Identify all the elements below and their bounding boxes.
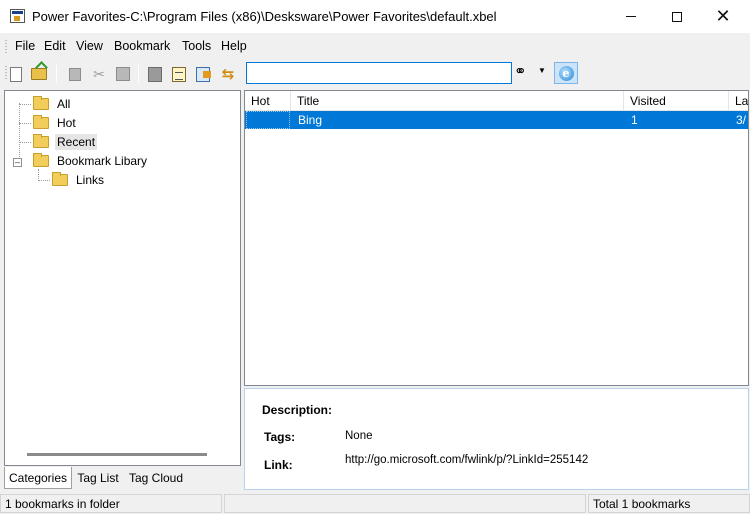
tree-line bbox=[19, 123, 31, 124]
tree-line bbox=[19, 142, 31, 143]
status-folder-count: 1 bookmarks in folder bbox=[0, 494, 222, 513]
open-button[interactable] bbox=[29, 64, 49, 84]
menu-tools[interactable]: Tools bbox=[182, 39, 211, 53]
folder-icon bbox=[33, 115, 49, 129]
bookmark-list[interactable]: Hot Title Visited La Bing 1 3/ bbox=[244, 90, 749, 386]
minimize-icon bbox=[626, 16, 636, 17]
maximize-icon bbox=[672, 11, 682, 22]
search-input[interactable] bbox=[246, 62, 512, 84]
menu-edit[interactable]: Edit bbox=[44, 39, 66, 53]
folder-icon bbox=[33, 96, 49, 110]
tree-item-links[interactable]: Links bbox=[52, 171, 106, 189]
cut-button[interactable]: ✂ bbox=[89, 64, 109, 84]
status-total: Total 1 bookmarks bbox=[588, 494, 750, 513]
properties-button[interactable] bbox=[169, 64, 189, 84]
folder-icon bbox=[33, 134, 49, 148]
tree-item-label: Bookmark Libary bbox=[57, 154, 148, 168]
cell-hot bbox=[246, 111, 290, 129]
open-link-icon bbox=[196, 66, 211, 82]
status-middle bbox=[224, 494, 586, 513]
description-label: Description: bbox=[262, 403, 333, 417]
link-label: Link: bbox=[264, 458, 293, 472]
copy-icon bbox=[69, 67, 81, 81]
tree-item-label: Links bbox=[76, 173, 105, 187]
delete-button[interactable] bbox=[145, 64, 165, 84]
cell-title: Bing bbox=[298, 113, 323, 127]
tree-line bbox=[38, 180, 50, 181]
collapse-icon[interactable]: – bbox=[13, 158, 22, 167]
column-header-title[interactable]: Title bbox=[291, 91, 624, 111]
column-header-visited[interactable]: Visited bbox=[624, 91, 729, 111]
menu-bookmark[interactable]: Bookmark bbox=[114, 39, 170, 53]
open-icon bbox=[31, 68, 47, 80]
tree-item-hot[interactable]: Hot bbox=[33, 114, 78, 132]
menu-view[interactable]: View bbox=[76, 39, 103, 53]
cell-visited: 1 bbox=[631, 113, 638, 127]
binoculars-icon[interactable]: ⚭ bbox=[514, 64, 527, 79]
category-tree[interactable]: All Hot Recent – Bookmark Libary Links bbox=[4, 90, 241, 466]
move-icon: ⇆ bbox=[221, 65, 235, 83]
horizontal-scrollbar[interactable] bbox=[27, 453, 207, 456]
search-dropdown-icon[interactable]: ▼ bbox=[538, 66, 546, 75]
tags-value: None bbox=[345, 430, 373, 442]
tree-item-label: All bbox=[57, 97, 71, 111]
tree-line bbox=[19, 104, 31, 105]
column-header-last[interactable]: La bbox=[729, 91, 748, 111]
open-link-button[interactable] bbox=[193, 64, 213, 84]
menu-file[interactable]: File bbox=[15, 39, 35, 53]
title-bar: Power Favorites-C:\Program Files (x86)\D… bbox=[0, 0, 750, 33]
cut-icon: ✂ bbox=[93, 66, 105, 82]
tree-item-all[interactable]: All bbox=[33, 95, 72, 113]
new-icon bbox=[10, 66, 22, 82]
link-value[interactable]: http://go.microsoft.com/fwlink/p/?LinkId… bbox=[345, 454, 588, 466]
open-in-browser-button[interactable]: e bbox=[554, 62, 578, 84]
tags-label: Tags: bbox=[264, 430, 296, 444]
tree-line bbox=[19, 103, 20, 163]
close-button[interactable]: ✕ bbox=[700, 0, 746, 33]
window-title: Power Favorites-C:\Program Files (x86)\D… bbox=[32, 9, 497, 24]
tree-item-bookmark-library[interactable]: Bookmark Libary bbox=[33, 152, 149, 170]
folder-icon bbox=[33, 153, 49, 167]
tree-item-label: Hot bbox=[57, 116, 76, 130]
copy-button[interactable] bbox=[65, 64, 85, 84]
tree-item-recent[interactable]: Recent bbox=[33, 133, 98, 151]
toolbar-separator bbox=[138, 65, 139, 83]
status-bar: 1 bookmarks in folder Total 1 bookmarks bbox=[0, 492, 750, 514]
minimize-button[interactable] bbox=[608, 0, 654, 33]
close-icon: ✕ bbox=[715, 6, 731, 26]
new-button[interactable] bbox=[6, 64, 26, 84]
properties-icon bbox=[172, 66, 186, 82]
tab-categories[interactable]: Categories bbox=[4, 467, 72, 489]
column-header-hot[interactable]: Hot bbox=[245, 91, 291, 111]
paste-icon bbox=[116, 67, 130, 81]
app-icon bbox=[10, 9, 25, 23]
menu-help[interactable]: Help bbox=[221, 39, 247, 53]
toolbar-separator bbox=[56, 65, 57, 83]
paste-button[interactable] bbox=[113, 64, 133, 84]
internet-explorer-icon: e bbox=[558, 65, 574, 81]
tab-tag-cloud[interactable]: Tag Cloud bbox=[126, 467, 186, 489]
maximize-button[interactable] bbox=[654, 0, 700, 33]
menu-grip-icon[interactable] bbox=[5, 39, 7, 53]
cell-last: 3/ bbox=[736, 113, 747, 127]
details-pane: Description: Tags: None Link: http://go.… bbox=[244, 388, 749, 490]
table-row[interactable]: Bing 1 3/ bbox=[245, 111, 748, 129]
delete-icon bbox=[148, 66, 162, 82]
tab-tag-list[interactable]: Tag List bbox=[74, 467, 122, 489]
move-button[interactable]: ⇆ bbox=[218, 64, 238, 84]
menu-bar: File Edit View Bookmark Tools Help bbox=[0, 36, 750, 56]
tree-item-label: Recent bbox=[55, 134, 98, 150]
folder-icon bbox=[52, 172, 68, 186]
